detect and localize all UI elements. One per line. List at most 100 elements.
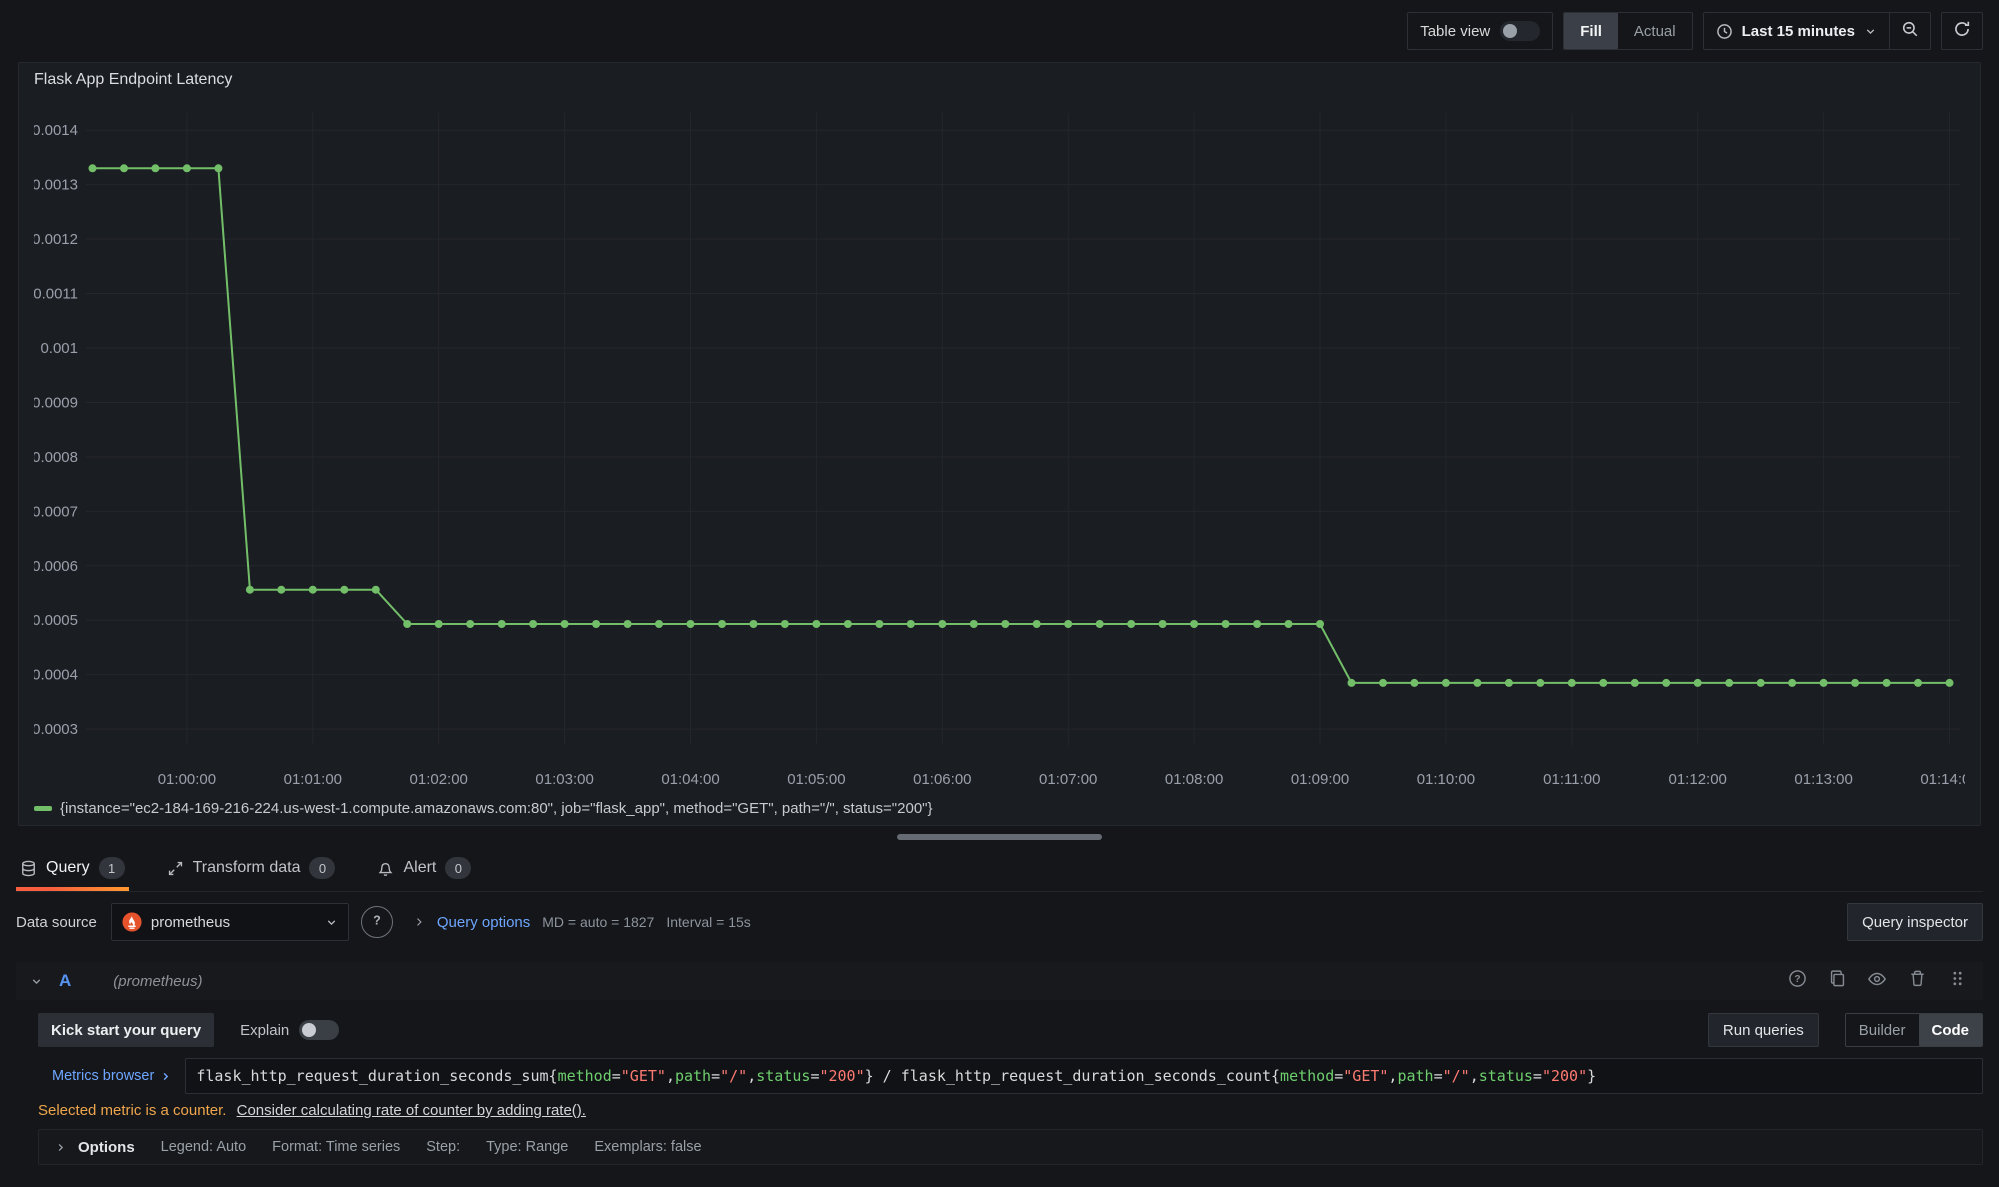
chevron-down-icon (325, 916, 338, 929)
query-inspector-button[interactable]: Query inspector (1847, 903, 1983, 941)
builder-mode-button[interactable]: Builder (1846, 1014, 1919, 1046)
promql-token-string: "GET" (1343, 1067, 1388, 1085)
refresh-button[interactable] (1942, 12, 1982, 50)
svg-text:01:06:00: 01:06:00 (913, 771, 971, 788)
data-point (1316, 620, 1324, 628)
zoom-out-button[interactable] (1890, 12, 1930, 50)
data-point (309, 586, 317, 594)
data-point (1253, 620, 1261, 628)
promql-token-plain: = (612, 1067, 621, 1085)
data-point (781, 620, 789, 628)
data-point (907, 620, 915, 628)
time-range-picker[interactable]: Last 15 minutes (1704, 23, 1889, 40)
latency-chart[interactable]: 0.00140.00130.00120.00110.0010.00090.000… (34, 97, 1965, 793)
options-toggle[interactable]: Options (55, 1139, 135, 1156)
promql-token-plain: = (1533, 1067, 1542, 1085)
kick-start-query-button[interactable]: Kick start your query (38, 1013, 214, 1047)
data-point (1914, 679, 1922, 687)
option-type: Type: Range (486, 1139, 568, 1155)
data-point (1159, 620, 1167, 628)
collapse-chevron-icon[interactable] (30, 975, 43, 988)
eye-icon (1867, 969, 1887, 994)
counter-warning-text: Selected metric is a counter. (38, 1102, 226, 1119)
promql-token-plain: , (1470, 1067, 1479, 1085)
promql-token-plain: , (747, 1067, 756, 1085)
tab-transform-data[interactable]: Transform data 0 (163, 857, 340, 891)
svg-text:01:02:00: 01:02:00 (410, 771, 468, 788)
transform-arrows-icon (167, 860, 184, 877)
data-point (1127, 620, 1135, 628)
explain-group: Explain (240, 1020, 339, 1040)
query-options-interval: Interval = 15s (666, 914, 750, 930)
chart-legend: {instance="ec2-184-169-216-224.us-west-1… (19, 798, 1980, 825)
data-point (529, 620, 537, 628)
duplicate-icon (1828, 969, 1847, 993)
legend-series-label[interactable]: {instance="ec2-184-169-216-224.us-west-1… (60, 800, 933, 817)
data-point (435, 620, 443, 628)
data-point (498, 620, 506, 628)
refresh-icon (1953, 20, 1971, 43)
data-point (246, 586, 254, 594)
table-view-toggle[interactable] (1500, 21, 1540, 41)
option-legend: Legend: Auto (161, 1139, 246, 1155)
option-format: Format: Time series (272, 1139, 400, 1155)
promql-query-input[interactable]: flask_http_request_duration_seconds_sum{… (185, 1058, 1983, 1094)
data-point (1190, 620, 1198, 628)
series-line (93, 168, 1950, 683)
query-a-body: Kick start your query Explain Run querie… (16, 1000, 1983, 1165)
svg-text:0.001: 0.001 (40, 340, 78, 357)
svg-text:0.0006: 0.0006 (34, 558, 78, 575)
svg-text:01:09:00: 01:09:00 (1291, 771, 1349, 788)
query-options-toggle[interactable]: Query options MD = auto = 1827 Interval … (413, 914, 751, 931)
metrics-browser-toggle[interactable]: Metrics browser (38, 1058, 185, 1094)
help-circle-icon: ? (1788, 969, 1807, 993)
explain-toggle[interactable] (299, 1020, 339, 1040)
tab-transform-badge: 0 (309, 857, 335, 879)
delete-query-button[interactable] (1905, 969, 1929, 993)
actual-button[interactable]: Actual (1618, 13, 1692, 49)
svg-text:01:12:00: 01:12:00 (1669, 771, 1727, 788)
data-point (89, 164, 97, 172)
panel-header[interactable]: Flask App Endpoint Latency (19, 63, 1980, 97)
svg-text:01:14:00: 01:14:00 (1920, 771, 1965, 788)
query-editor-section: Query 1 Transform data 0 Alert 0 (0, 848, 1999, 1165)
chart-area: 0.00140.00130.00120.00110.0010.00090.000… (19, 97, 1980, 798)
query-card-a: A (prometheus) ? (16, 962, 1983, 1165)
fill-button[interactable]: Fill (1564, 13, 1618, 49)
add-rate-link[interactable]: Consider calculating rate of counter by … (237, 1102, 586, 1119)
pane-resize-handle[interactable] (897, 834, 1102, 840)
splitter-row (0, 826, 1999, 848)
data-point (277, 586, 285, 594)
svg-text:01:03:00: 01:03:00 (535, 771, 593, 788)
query-help-button[interactable]: ? (1785, 969, 1809, 993)
datasource-selected-value: prometheus (151, 914, 316, 931)
magnifier-minus-icon (1901, 20, 1919, 43)
tab-alert[interactable]: Alert 0 (373, 857, 475, 891)
query-options-summary-row[interactable]: Options Legend: Auto Format: Time series… (38, 1129, 1983, 1165)
svg-text:0.0007: 0.0007 (34, 503, 78, 520)
svg-text:0.0011: 0.0011 (34, 286, 78, 303)
run-queries-button[interactable]: Run queries (1708, 1013, 1819, 1047)
query-ref-id[interactable]: A (59, 971, 71, 991)
options-label: Options (78, 1139, 135, 1156)
data-point (151, 164, 159, 172)
editor-tabs: Query 1 Transform data 0 Alert 0 (16, 848, 1983, 892)
toggle-visibility-button[interactable] (1865, 969, 1889, 993)
duplicate-query-button[interactable] (1825, 969, 1849, 993)
tab-alert-label: Alert (403, 859, 436, 877)
data-point (1505, 679, 1513, 687)
query-a-header[interactable]: A (prometheus) ? (16, 962, 1983, 1000)
code-mode-button[interactable]: Code (1919, 1014, 1983, 1046)
drag-handle[interactable] (1945, 969, 1969, 993)
datasource-select[interactable]: prometheus (111, 903, 349, 941)
data-point (1631, 679, 1639, 687)
tab-query-badge: 1 (99, 857, 125, 879)
counter-warning-row: Selected metric is a counter. Consider c… (38, 1094, 1983, 1119)
svg-text:01:11:00: 01:11:00 (1543, 771, 1600, 788)
datasource-help-button[interactable]: ? (361, 906, 393, 938)
tab-query[interactable]: Query 1 (16, 857, 129, 891)
time-controls-group: Last 15 minutes (1703, 12, 1931, 50)
datasource-label: Data source (16, 914, 97, 931)
data-point (1222, 620, 1230, 628)
svg-text:0.0014: 0.0014 (34, 122, 78, 139)
